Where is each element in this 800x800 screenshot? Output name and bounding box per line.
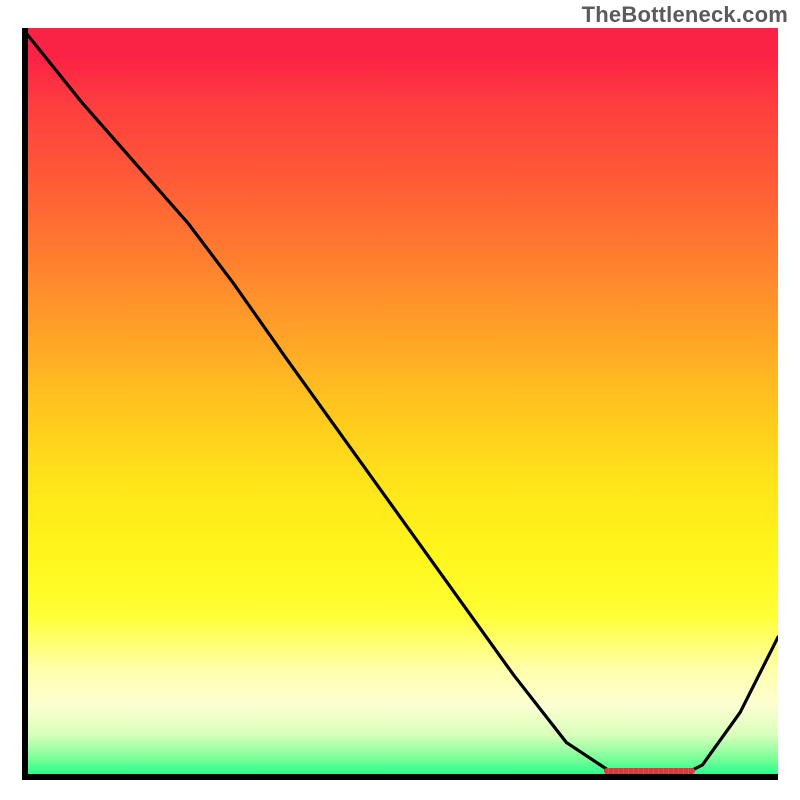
- curve-layer: [22, 28, 778, 780]
- bottleneck-curve-path: [22, 28, 778, 780]
- optimal-range-marker: [604, 768, 695, 774]
- chart-frame: TheBottleneck.com: [0, 0, 800, 800]
- plot-area: [22, 28, 778, 780]
- watermark-text: TheBottleneck.com: [582, 2, 788, 28]
